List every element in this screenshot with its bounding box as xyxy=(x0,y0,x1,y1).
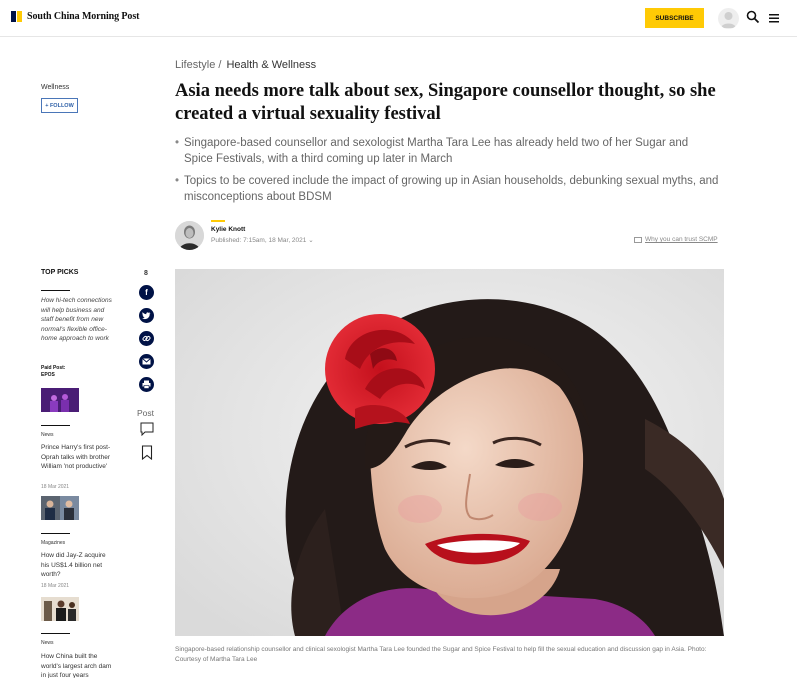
top-pick-section[interactable]: Magazines xyxy=(41,540,65,546)
hamburger-menu-icon[interactable] xyxy=(768,11,780,23)
image-caption: Singapore-based relationship counsellor … xyxy=(175,646,707,663)
top-pick-headline[interactable]: How China built the world's largest arch… xyxy=(41,652,115,678)
top-pick-headline[interactable]: How did Jay-Z acquire his US$1.4 billion… xyxy=(41,551,115,580)
email-icon[interactable] xyxy=(139,354,154,369)
search-icon[interactable] xyxy=(746,10,760,24)
top-pick-headline[interactable]: How hi-tech connections will help busine… xyxy=(41,296,115,344)
top-pick-headline[interactable]: Prince Harry's first post-Oprah talks wi… xyxy=(41,443,115,472)
print-icon[interactable] xyxy=(139,377,154,392)
post-label: Post xyxy=(137,408,155,418)
follow-button[interactable]: + FOLLOW xyxy=(41,98,78,113)
bookmark-icon[interactable] xyxy=(141,445,153,461)
chevron-down-icon[interactable]: ⌄ xyxy=(308,237,313,244)
author-name[interactable]: Kylie Knott xyxy=(211,226,245,233)
breadcrumb: Lifestyle / Health & Wellness xyxy=(175,59,316,71)
paid-post-label: Paid Post: EPOS xyxy=(41,365,66,378)
top-pick-thumbnail[interactable] xyxy=(41,388,79,412)
facebook-icon[interactable]: f xyxy=(139,285,154,300)
divider xyxy=(41,533,70,534)
breadcrumb-section[interactable]: Lifestyle / xyxy=(175,59,221,71)
info-box-icon xyxy=(634,236,642,243)
account-avatar-icon[interactable] xyxy=(718,8,739,29)
summary-bullet: Singapore-based counsellor and sexologis… xyxy=(175,135,720,167)
summary-bullet: Topics to be covered include the impact … xyxy=(175,173,720,205)
article-headline: Asia needs more talk about sex, Singapor… xyxy=(175,81,716,124)
top-pick-section[interactable]: News xyxy=(41,640,54,646)
trust-scmp-link[interactable]: Why you can trust SCMP xyxy=(634,236,718,243)
share-count: 8 xyxy=(144,270,148,277)
top-pick-thumbnail[interactable] xyxy=(41,496,79,520)
topic-label[interactable]: Wellness xyxy=(41,84,69,91)
divider xyxy=(41,290,70,291)
link-icon[interactable] xyxy=(139,331,154,346)
top-picks-title: TOP PICKS xyxy=(41,269,79,276)
author-avatar[interactable] xyxy=(175,221,204,250)
author-accent-bar xyxy=(211,220,225,222)
twitter-icon[interactable] xyxy=(139,308,154,323)
top-pick-thumbnail[interactable] xyxy=(41,597,79,621)
brand-name: South China Morning Post xyxy=(27,11,140,22)
top-pick-date: 18 Mar 2021 xyxy=(41,583,70,589)
top-pick-section[interactable]: News xyxy=(41,432,54,438)
subscribe-button[interactable]: SUBSCRIBE xyxy=(645,8,704,28)
scmp-logo[interactable]: South China Morning Post xyxy=(11,11,139,22)
divider xyxy=(41,633,70,634)
divider xyxy=(41,425,70,426)
top-navigation-bar: South China Morning Post SUBSCRIBE xyxy=(0,0,797,37)
comment-icon[interactable] xyxy=(140,422,154,437)
top-pick-date: 18 Mar 2021 xyxy=(41,484,70,490)
hero-image[interactable] xyxy=(175,269,724,636)
publish-date: Published: 7:15am, 18 Mar, 2021 ⌄ xyxy=(211,237,314,244)
breadcrumb-subsection[interactable]: Health & Wellness xyxy=(226,59,316,71)
logo-mark-icon xyxy=(11,11,22,22)
